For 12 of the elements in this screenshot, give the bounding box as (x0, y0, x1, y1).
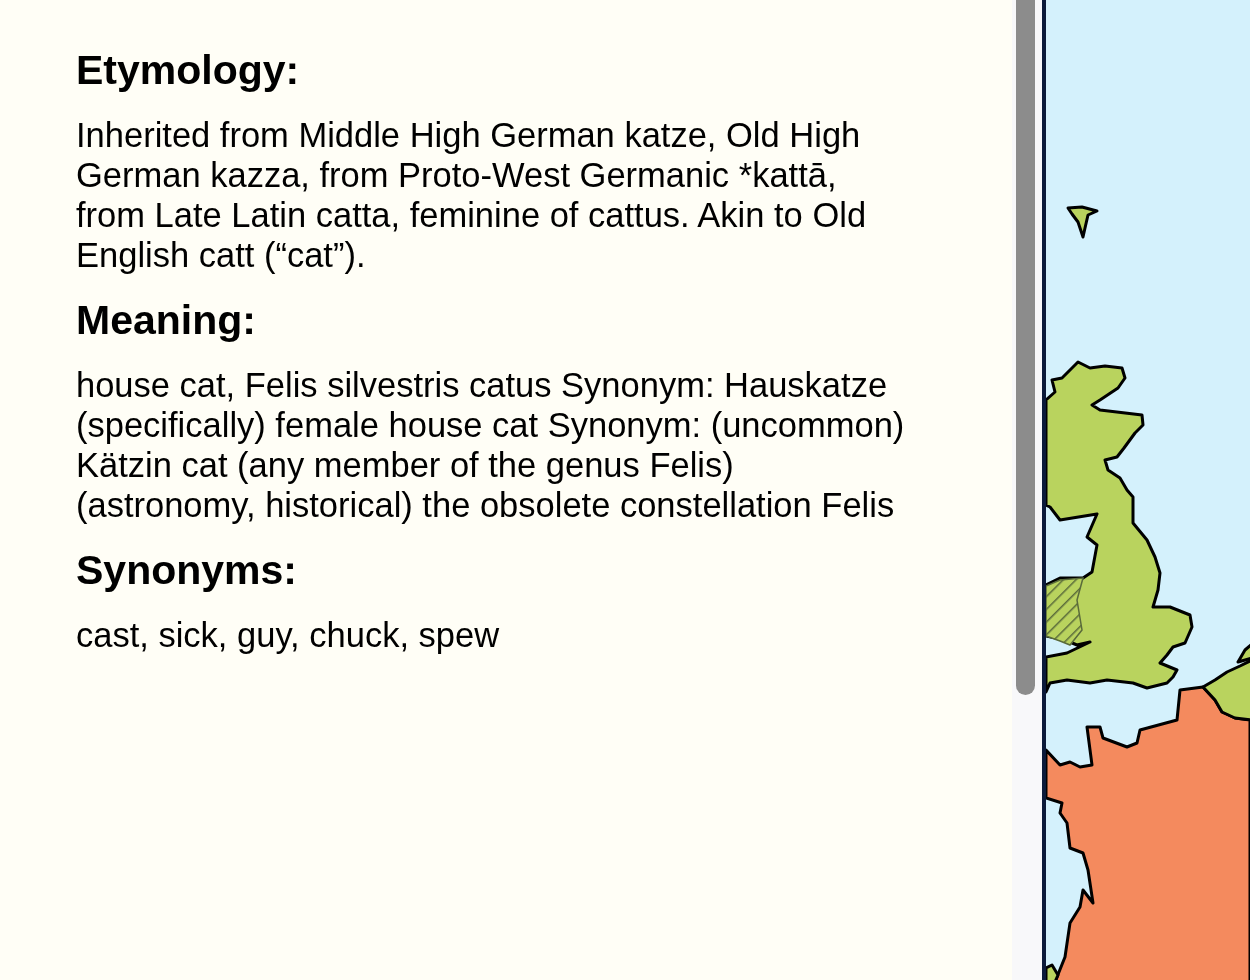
section-text: cast, sick, guy, chuck, spew (76, 615, 501, 655)
section-heading: Meaning: (76, 297, 256, 343)
lowlands-shape (1201, 658, 1250, 722)
section-heading: Etymology: (76, 47, 300, 93)
section-heading: Synonyms: (76, 547, 297, 593)
hatched-region (1046, 577, 1084, 646)
islet-shape (1236, 642, 1250, 664)
section-text: house cat, Felis silvestris catus Synonym: Hauskatze (specifically) female house cat Synonym: (uncommon) Kätzin cat (any member of the genus Felis) (astronomy, historical) the obsolete constellation Felis (76, 365, 906, 525)
island-shape (1066, 205, 1099, 239)
coast-shape (1046, 963, 1060, 980)
scrollbar-thumb[interactable] (1016, 0, 1035, 695)
section-text: Inherited from Middle High German katze, Old High German kazza, from Proto-West Germanic *kattā, from Late Latin catta, feminine of cattus. Akin to Old English catt (“cat”). (76, 115, 868, 275)
